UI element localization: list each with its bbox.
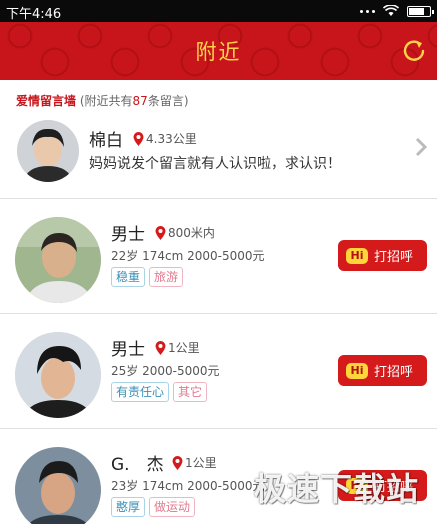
person-meta: 22岁 174cm 2000-5000元 bbox=[111, 249, 265, 263]
love-wall-label[interactable]: 爱情留言墙 bbox=[16, 94, 76, 108]
hi-badge-icon: Hi bbox=[346, 362, 368, 379]
greet-button-label: 打招呼 bbox=[374, 365, 414, 380]
tag: 旅游 bbox=[149, 267, 184, 287]
person-name: G. 杰 bbox=[111, 455, 164, 475]
battery-icon bbox=[407, 5, 434, 17]
refresh-icon[interactable] bbox=[401, 38, 427, 64]
person-tags: 稳重 旅游 bbox=[111, 267, 184, 287]
person-distance: 1公里 bbox=[172, 454, 217, 471]
person-distance: 800米内 bbox=[155, 224, 215, 241]
person-distance-text: 1公里 bbox=[185, 456, 217, 470]
status-bar: 下午4:46 bbox=[0, 0, 437, 22]
tag: 有责任心 bbox=[111, 382, 170, 402]
person-tags: 有责任心 其它 bbox=[111, 382, 208, 402]
tag: 做运动 bbox=[149, 497, 196, 517]
love-wall-count: 87 bbox=[132, 94, 148, 108]
person-tags: 憨厚 做运动 bbox=[111, 497, 196, 517]
hi-badge-icon: Hi bbox=[346, 247, 368, 264]
person-name: 男士 bbox=[111, 340, 145, 360]
tag: 憨厚 bbox=[111, 497, 146, 517]
page-title: 附近 bbox=[195, 40, 242, 64]
wifi-icon bbox=[383, 5, 399, 16]
tag: 稳重 bbox=[111, 267, 146, 287]
location-pin-icon bbox=[133, 131, 144, 146]
greet-button[interactable]: Hi 打招呼 bbox=[338, 355, 427, 386]
location-pin-icon bbox=[155, 340, 166, 355]
chevron-right-icon[interactable] bbox=[415, 137, 427, 157]
message-card[interactable]: 棉白 4.33公里 妈妈说发个留言就有人认识啦，求认识！ bbox=[0, 117, 437, 199]
app-header: 附近 bbox=[0, 22, 437, 80]
list-item[interactable]: 男士 800米内 22岁 174cm 2000-5000元 稳重 旅游 Hi 打… bbox=[0, 199, 437, 314]
person-distance-text: 800米内 bbox=[168, 226, 215, 240]
avatar bbox=[15, 447, 101, 524]
avatar bbox=[15, 217, 101, 303]
greet-button-label: 打招呼 bbox=[374, 250, 414, 265]
avatar-photo bbox=[17, 120, 79, 182]
message-distance: 4.33公里 bbox=[133, 130, 197, 147]
person-distance-text: 1公里 bbox=[168, 341, 200, 355]
list-item[interactable]: 男士 1公里 25岁 2000-5000元 有责任心 其它 Hi 打招呼 bbox=[0, 314, 437, 429]
signal-dots-icon bbox=[360, 9, 375, 13]
greet-button[interactable]: Hi 打招呼 bbox=[338, 240, 427, 271]
avatar-photo bbox=[15, 217, 101, 303]
person-name: 男士 bbox=[111, 225, 145, 245]
avatar bbox=[15, 332, 101, 418]
location-pin-icon bbox=[172, 455, 183, 470]
avatar-photo bbox=[15, 447, 101, 524]
location-pin-icon bbox=[155, 225, 166, 240]
watermark: 极速下载站 bbox=[253, 470, 419, 508]
message-distance-text: 4.33公里 bbox=[146, 132, 197, 146]
message-author-name: 棉白 bbox=[89, 131, 123, 151]
love-wall-prefix: (附近共有 bbox=[79, 94, 133, 108]
tag: 其它 bbox=[173, 382, 208, 402]
love-wall-summary: 爱情留言墙 (附近共有87条留言) bbox=[0, 80, 437, 120]
avatar bbox=[17, 120, 79, 182]
love-wall-suffix: 条留言) bbox=[147, 94, 189, 108]
person-distance: 1公里 bbox=[155, 339, 200, 356]
message-text: 妈妈说发个留言就有人认识啦，求认识！ bbox=[89, 156, 341, 172]
avatar-photo bbox=[15, 332, 101, 418]
status-time: 下午4:46 bbox=[6, 7, 62, 22]
status-icons bbox=[360, 4, 434, 18]
person-meta: 23岁 174cm 2000-5000元 bbox=[111, 479, 265, 493]
person-meta: 25岁 2000-5000元 bbox=[111, 364, 220, 378]
